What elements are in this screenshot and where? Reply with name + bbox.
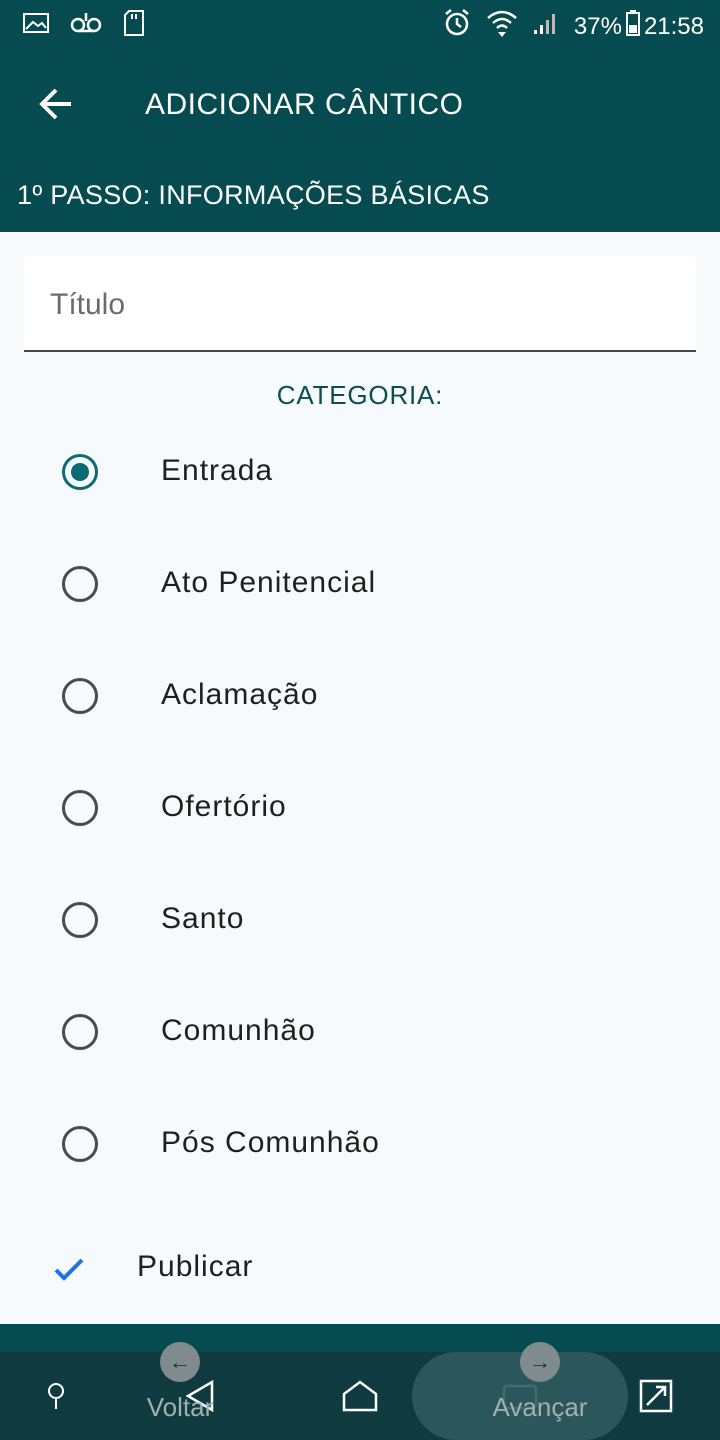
radio-option-santo[interactable]: Santo bbox=[0, 864, 720, 976]
voltar-button[interactable]: ← Voltar bbox=[120, 1342, 240, 1440]
radio-option-comunhao[interactable]: Comunhão bbox=[0, 976, 720, 1088]
radio-button[interactable] bbox=[62, 902, 98, 938]
alarm-icon bbox=[442, 8, 472, 45]
radio-label: Entrada bbox=[161, 454, 274, 487]
publish-label: Publicar bbox=[137, 1250, 254, 1283]
back-button[interactable] bbox=[30, 80, 82, 132]
radio-label: Pós Comunhão bbox=[161, 1126, 380, 1159]
checkmark-icon bbox=[52, 1258, 86, 1290]
radio-option-aclamacao[interactable]: Aclamação bbox=[0, 640, 720, 752]
category-label: CATEGORIA: bbox=[276, 380, 444, 410]
radio-button[interactable] bbox=[62, 454, 98, 490]
battery-percent: 37% bbox=[573, 12, 622, 40]
radio-label: Santo bbox=[161, 902, 245, 935]
pin-icon[interactable] bbox=[36, 1376, 76, 1416]
arrow-right-circle-icon: → bbox=[520, 1342, 560, 1382]
radio-button[interactable] bbox=[62, 1014, 98, 1050]
step-indicator: 1º PASSO: INFORMAÇÕES BÁSICAS bbox=[17, 180, 490, 210]
voicemail-icon bbox=[70, 11, 102, 40]
bottom-bar bbox=[0, 1324, 720, 1352]
title-field[interactable] bbox=[24, 256, 696, 352]
wifi-icon bbox=[486, 8, 518, 45]
radio-button[interactable] bbox=[62, 1126, 98, 1162]
radio-option-pos-comunhao[interactable]: Pós Comunhão bbox=[0, 1088, 720, 1200]
battery-icon bbox=[625, 10, 640, 43]
avancar-label: Avançar bbox=[492, 1392, 588, 1422]
publish-checkbox-row[interactable]: Publicar bbox=[0, 1228, 720, 1308]
radio-button[interactable] bbox=[62, 566, 98, 602]
nav-home-icon[interactable] bbox=[340, 1376, 380, 1416]
arrow-left-circle-icon: ← bbox=[160, 1342, 200, 1382]
radio-option-ato-penitencial[interactable]: Ato Penitencial bbox=[0, 528, 720, 640]
radio-label: Ato Penitencial bbox=[161, 566, 377, 599]
page-title: ADICIONAR CÂNTICO bbox=[145, 88, 464, 121]
radio-label: Aclamação bbox=[161, 678, 319, 711]
signal-icon bbox=[532, 10, 560, 43]
radio-button[interactable] bbox=[62, 678, 98, 714]
radio-button[interactable] bbox=[62, 790, 98, 826]
app-bar: ADICIONAR CÂNTICO 1º PASSO: INFORMAÇÕES … bbox=[0, 50, 720, 232]
title-input[interactable] bbox=[48, 284, 672, 326]
radio-option-ofertorio[interactable]: Ofertório bbox=[0, 752, 720, 864]
sd-card-icon bbox=[122, 9, 146, 42]
radio-label: Ofertório bbox=[161, 790, 287, 823]
radio-label: Comunhão bbox=[161, 1014, 316, 1047]
voltar-label: Voltar bbox=[146, 1392, 214, 1422]
avancar-button[interactable]: → Avançar bbox=[470, 1342, 610, 1440]
radio-option-entrada[interactable]: Entrada bbox=[0, 416, 720, 528]
publish-checkbox[interactable] bbox=[52, 1252, 86, 1286]
expand-icon[interactable] bbox=[636, 1376, 676, 1416]
clock: 21:58 bbox=[643, 12, 704, 40]
gallery-icon bbox=[22, 11, 50, 40]
arrow-left-icon bbox=[37, 85, 75, 128]
status-bar: 37% 21:58 bbox=[0, 0, 720, 50]
